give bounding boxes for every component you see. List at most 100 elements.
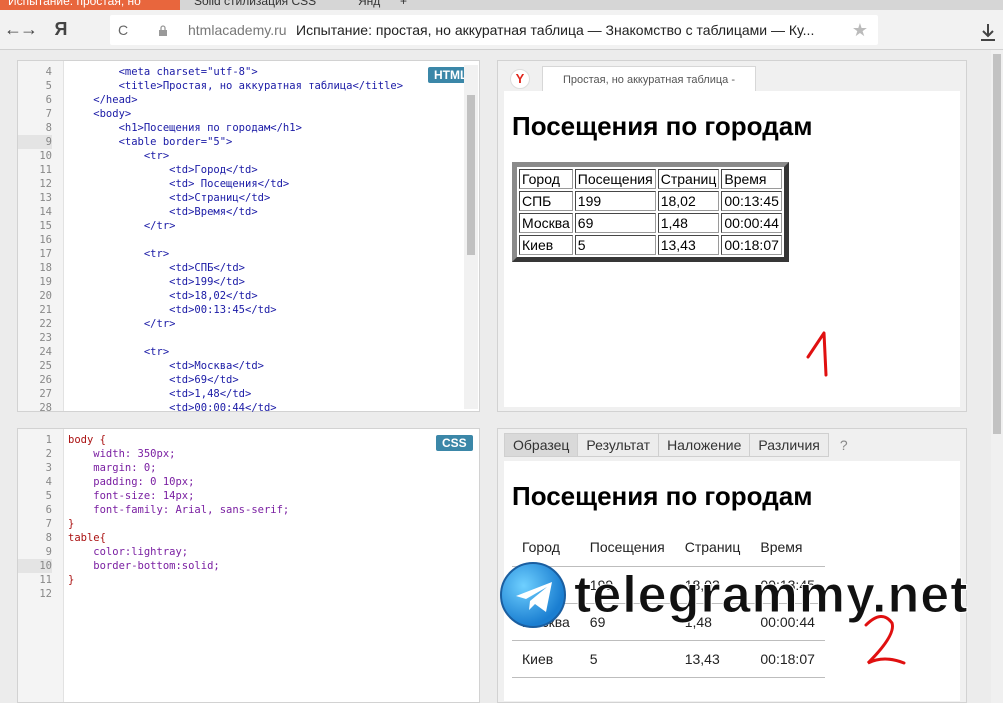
code-text[interactable]: } — [68, 517, 74, 531]
line-number: 17 — [39, 248, 52, 260]
code-line[interactable]: 6 font-family: Arial, sans-serif; — [18, 503, 458, 517]
code-line[interactable]: 27 <td>1,48</td> — [18, 387, 458, 401]
browser-tab-active[interactable]: Испытание: простая, но — [0, 0, 180, 10]
bookmark-star-icon[interactable]: ★ — [852, 15, 868, 45]
css-editor[interactable]: 1 body {2 width: 350px; 3 margin: 0; 4 padd… — [17, 428, 480, 703]
code-line[interactable]: 22 </tr> — [18, 317, 458, 331]
code-text[interactable]: <td>Москва</td> — [68, 359, 264, 373]
html-editor-scrollbar[interactable] — [464, 65, 478, 409]
code-text[interactable]: <meta charset="utf-8"> — [68, 65, 258, 79]
page-scroll-thumb[interactable] — [993, 54, 1001, 434]
code-line[interactable]: 2 width: 350px; — [18, 447, 458, 461]
reload-icon[interactable]: C — [118, 15, 138, 45]
code-line[interactable]: 13 <td>Страниц</td> — [18, 191, 458, 205]
code-text[interactable]: width: 350px; — [68, 447, 175, 461]
code-line[interactable]: 6 </head> — [18, 93, 458, 107]
yandex-button[interactable]: Я — [50, 18, 72, 40]
code-text[interactable]: body { — [68, 433, 106, 447]
code-text[interactable]: <td>69</td> — [68, 373, 239, 387]
table-row: СПБ 199 18,02 00:13:45 — [519, 191, 782, 211]
code-line[interactable]: 7 <body> — [18, 107, 458, 121]
browser-tab[interactable]: Янд — [350, 0, 388, 10]
code-line[interactable]: 14 <td>Время</td> — [18, 205, 458, 219]
code-line[interactable]: 10 <tr> — [18, 149, 458, 163]
code-text[interactable]: <td>00:13:45</td> — [68, 303, 276, 317]
code-text[interactable]: </tr> — [68, 219, 176, 233]
code-text[interactable]: font-family: Arial, sans-serif; — [68, 503, 289, 517]
code-line[interactable]: 8 <h1>Посещения по городам</h1> — [18, 121, 458, 135]
code-line[interactable]: 11 <td>Город</td> — [18, 163, 458, 177]
code-line[interactable]: 10 border-bottom:solid; — [18, 559, 458, 573]
code-text[interactable]: <table border="5"> — [68, 135, 233, 149]
line-number: 12 — [39, 588, 52, 600]
code-text[interactable]: <td>Город</td> — [68, 163, 258, 177]
code-text[interactable]: </tr> — [68, 317, 176, 331]
code-line[interactable]: 20 <td>18,02</td> — [18, 289, 458, 303]
address-bar[interactable]: C htmlacademy.ru Испытание: простая, но … — [110, 15, 878, 45]
table-cell: 5 — [579, 640, 675, 678]
code-line[interactable]: 17 <tr> — [18, 247, 458, 261]
code-line[interactable]: 19 <td>199</td> — [18, 275, 458, 289]
code-text[interactable]: <h1>Посещения по городам</h1> — [68, 121, 302, 135]
code-text[interactable]: <title>Простая, но аккуратная таблица</t… — [68, 79, 403, 93]
code-line[interactable]: 4 padding: 0 10px; — [18, 475, 458, 489]
code-text[interactable]: </head> — [68, 93, 137, 107]
tab-result[interactable]: Результат — [577, 433, 660, 457]
code-text[interactable]: <tr> — [68, 149, 169, 163]
html-editor[interactable]: 4 <meta charset="utf-8"> 5 <title>Простая… — [17, 60, 480, 415]
code-line[interactable]: 11} — [18, 573, 458, 587]
new-tab-button[interactable]: + — [392, 0, 415, 10]
yandex-icon: Y — [510, 69, 530, 89]
code-line[interactable]: 3 margin: 0; — [18, 461, 458, 475]
code-text[interactable]: <td>Страниц</td> — [68, 191, 270, 205]
code-text[interactable]: table{ — [68, 531, 106, 545]
code-line[interactable]: 7} — [18, 517, 458, 531]
code-line[interactable]: 28 <td>00:00:44</td> — [18, 401, 458, 415]
page-scrollbar[interactable] — [991, 50, 1003, 703]
code-text[interactable]: <td>СПБ</td> — [68, 261, 245, 275]
tab-sample[interactable]: Образец — [504, 433, 579, 457]
code-line[interactable]: 5 font-size: 14px; — [18, 489, 458, 503]
code-line[interactable]: 9 color:lightray; — [18, 545, 458, 559]
code-line[interactable]: 23 — [18, 331, 458, 345]
tab-overlay[interactable]: Наложение — [658, 433, 751, 457]
code-line[interactable]: 26 <td>69</td> — [18, 373, 458, 387]
tab-diff[interactable]: Различия — [749, 433, 829, 457]
code-text[interactable]: <td>199</td> — [68, 275, 245, 289]
code-text[interactable]: font-size: 14px; — [68, 489, 194, 503]
code-text[interactable]: padding: 0 10px; — [68, 475, 194, 489]
code-text[interactable]: } — [68, 573, 74, 587]
code-text[interactable]: <tr> — [68, 247, 169, 261]
browser-tab[interactable]: Solid стилизация CSS — [186, 0, 324, 10]
code-line[interactable]: 15 </tr> — [18, 219, 458, 233]
table-cell: Киев — [519, 235, 573, 255]
code-line[interactable]: 12 <td> Посещения</td> — [18, 177, 458, 191]
code-line[interactable]: 24 <tr> — [18, 345, 458, 359]
code-text[interactable]: <body> — [68, 107, 131, 121]
code-line[interactable]: 9 <table border="5"> — [18, 135, 458, 149]
forward-button[interactable]: → — [18, 18, 40, 40]
scroll-thumb[interactable] — [467, 95, 475, 255]
download-icon[interactable] — [976, 20, 1000, 44]
code-line[interactable]: 8 table{ — [18, 531, 458, 545]
code-line[interactable]: 16 — [18, 233, 458, 247]
browser-tabbar: Испытание: простая, но Solid стилизация … — [0, 0, 1003, 10]
code-line[interactable]: 25 <td>Москва</td> — [18, 359, 458, 373]
code-text[interactable]: <td>1,48</td> — [68, 387, 251, 401]
code-line[interactable]: 4 <meta charset="utf-8"> — [18, 65, 458, 79]
code-text[interactable]: <td> Посещения</td> — [68, 177, 289, 191]
line-number: 5 — [45, 80, 52, 92]
code-text[interactable]: <td>Время</td> — [68, 205, 258, 219]
code-line[interactable]: 1 body { — [18, 433, 458, 447]
code-text[interactable]: <td>00:00:44</td> — [68, 401, 276, 415]
code-text[interactable]: <td>18,02</td> — [68, 289, 258, 303]
help-button[interactable]: ? — [832, 433, 854, 457]
code-line[interactable]: 12 — [18, 587, 458, 601]
code-line[interactable]: 18 <td>СПБ</td> — [18, 261, 458, 275]
code-text[interactable]: color:lightray; — [68, 545, 188, 559]
code-line[interactable]: 21 <td>00:13:45</td> — [18, 303, 458, 317]
code-line[interactable]: 5 <title>Простая, но аккуратная таблица<… — [18, 79, 458, 93]
code-text[interactable]: border-bottom:solid; — [68, 559, 219, 573]
code-text[interactable]: <tr> — [68, 345, 169, 359]
code-text[interactable]: margin: 0; — [68, 461, 156, 475]
